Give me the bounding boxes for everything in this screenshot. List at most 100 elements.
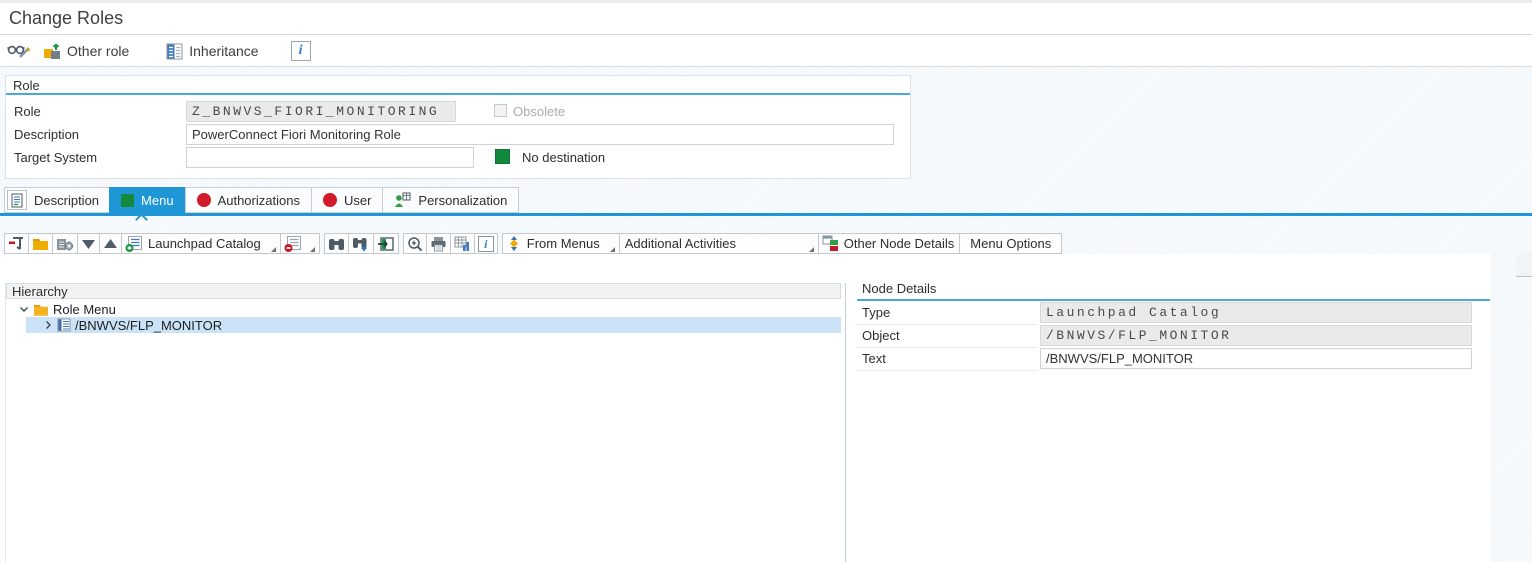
node-row-text: Text [857, 348, 1490, 371]
folder-icon [32, 236, 49, 251]
scrollbar-track[interactable] [1516, 253, 1532, 277]
other-node-details-label: Other Node Details [842, 236, 957, 251]
tab-strip-underline [0, 213, 1532, 216]
tab-menu-label: Menu [141, 193, 174, 208]
tab-menu[interactable]: Menu [109, 187, 186, 213]
other-node-details-icon [822, 235, 839, 252]
document-icon [7, 190, 27, 210]
hierarchy-panel: Hierarchy Role Menu [5, 283, 841, 562]
person-icon [394, 192, 411, 208]
dropdown-corner-icon[interactable] [804, 234, 815, 253]
role-group-box: Role Role Obsolete Description Target Sy… [5, 75, 911, 179]
other-role-icon [43, 42, 62, 61]
other-role-button[interactable]: Other role [39, 39, 133, 63]
tab-authorizations-label: Authorizations [218, 193, 300, 208]
toggle-display-change-button[interactable] [3, 39, 35, 63]
from-menus-icon [506, 235, 522, 252]
menu-options-button[interactable]: Menu Options [959, 233, 1062, 254]
tab-personalization[interactable]: Personalization [382, 187, 519, 213]
tree-row-role-menu[interactable]: Role Menu [6, 301, 841, 317]
from-menus-button[interactable]: From Menus [502, 233, 620, 254]
find-button[interactable] [324, 233, 349, 254]
dropdown-corner-icon[interactable] [605, 234, 616, 253]
launchpad-catalog-label: Launchpad Catalog [146, 236, 263, 251]
node-row-type: Type [857, 302, 1490, 325]
report-gear-icon [56, 236, 74, 252]
from-menus-label: From Menus [525, 236, 602, 251]
translate-node-button[interactable] [373, 233, 399, 254]
description-field-row: Description [6, 123, 912, 145]
role-field-row: Role Obsolete [6, 100, 912, 122]
other-node-details-button[interactable]: Other Node Details [818, 233, 961, 254]
chevron-down-icon[interactable] [19, 304, 29, 314]
target-system-field-row: Target System No destination [6, 146, 912, 168]
insert-launchpad-catalog-button[interactable]: Launchpad Catalog [121, 233, 281, 254]
tree-label-flp-monitor[interactable]: /BNWVS/FLP_MONITOR [75, 318, 222, 333]
red-status-circle-icon [197, 193, 211, 207]
node-row-object: Object [857, 325, 1490, 348]
tree-row-flp-monitor[interactable]: /BNWVS/FLP_MONITOR [26, 317, 841, 333]
tab-description[interactable]: Description [4, 187, 110, 213]
inheritance-icon [165, 42, 184, 61]
node-details-header: Node Details [857, 281, 1490, 301]
obsolete-label: Obsolete [513, 104, 565, 119]
transaction-icon [8, 235, 25, 252]
zoom-in-button[interactable] [403, 233, 427, 254]
catalog-icon [57, 318, 71, 332]
insert-report-button[interactable] [52, 233, 78, 254]
magnifier-plus-icon [407, 236, 423, 252]
target-system-input[interactable] [186, 147, 474, 168]
type-label: Type [862, 305, 890, 320]
title-bar: Change Roles [0, 3, 1532, 35]
tab-authorizations[interactable]: Authorizations [185, 187, 312, 213]
red-status-circle-icon [323, 193, 337, 207]
move-up-button[interactable] [99, 233, 122, 254]
info-icon: i [478, 236, 494, 252]
triangle-up-icon [103, 238, 118, 250]
create-folder-button[interactable] [28, 233, 53, 254]
additional-activities-label: Additional Activities [623, 236, 738, 251]
obsolete-checkbox [494, 104, 507, 117]
tab-user-label: User [344, 193, 371, 208]
object-input[interactable] [1040, 325, 1472, 346]
find-next-button[interactable] [348, 233, 374, 254]
dropdown-corner-icon[interactable] [266, 234, 277, 253]
delete-icon [284, 235, 302, 253]
page-title: Change Roles [0, 8, 123, 29]
info-icon: i [291, 41, 311, 61]
application-toolbar: Other role Inheritance i [0, 36, 1532, 67]
tree-label-role-menu[interactable]: Role Menu [53, 302, 116, 317]
description-field-label: Description [14, 127, 79, 142]
tab-user[interactable]: User [311, 187, 383, 213]
role-input[interactable] [186, 101, 456, 122]
node-info-button[interactable]: i [474, 233, 498, 254]
inheritance-label: Inheritance [189, 43, 258, 59]
panel-splitter[interactable] [845, 283, 846, 562]
type-input[interactable] [1040, 302, 1472, 323]
role-group-header: Role [6, 76, 910, 95]
menu-options-label: Menu Options [968, 236, 1053, 251]
print-button[interactable] [426, 233, 451, 254]
insert-transaction-button[interactable] [4, 233, 29, 254]
menu-toolbar: Launchpad Catalog [5, 233, 1062, 254]
other-role-label: Other role [67, 43, 129, 59]
dropdown-corner-icon[interactable] [305, 234, 316, 253]
description-input[interactable] [186, 124, 894, 145]
tab-personalization-label: Personalization [418, 193, 507, 208]
catalog-add-icon [125, 235, 143, 253]
text-label: Text [862, 351, 886, 366]
hierarchy-header: Hierarchy [6, 283, 841, 299]
node-details-panel: Node Details Type Object Text [857, 281, 1490, 562]
info-button[interactable]: i [287, 39, 315, 63]
inheritance-button[interactable]: Inheritance [161, 39, 262, 63]
text-input[interactable] [1040, 348, 1472, 369]
import-box-icon [377, 236, 395, 252]
delete-node-button[interactable] [280, 233, 320, 254]
destination-status-icon [495, 149, 510, 164]
tab-description-label: Description [34, 193, 99, 208]
move-down-button[interactable] [77, 233, 100, 254]
table-view-button[interactable] [450, 233, 475, 254]
table-chart-icon [454, 236, 471, 252]
additional-activities-button[interactable]: Additional Activities [619, 233, 819, 254]
chevron-right-icon[interactable] [43, 320, 53, 330]
